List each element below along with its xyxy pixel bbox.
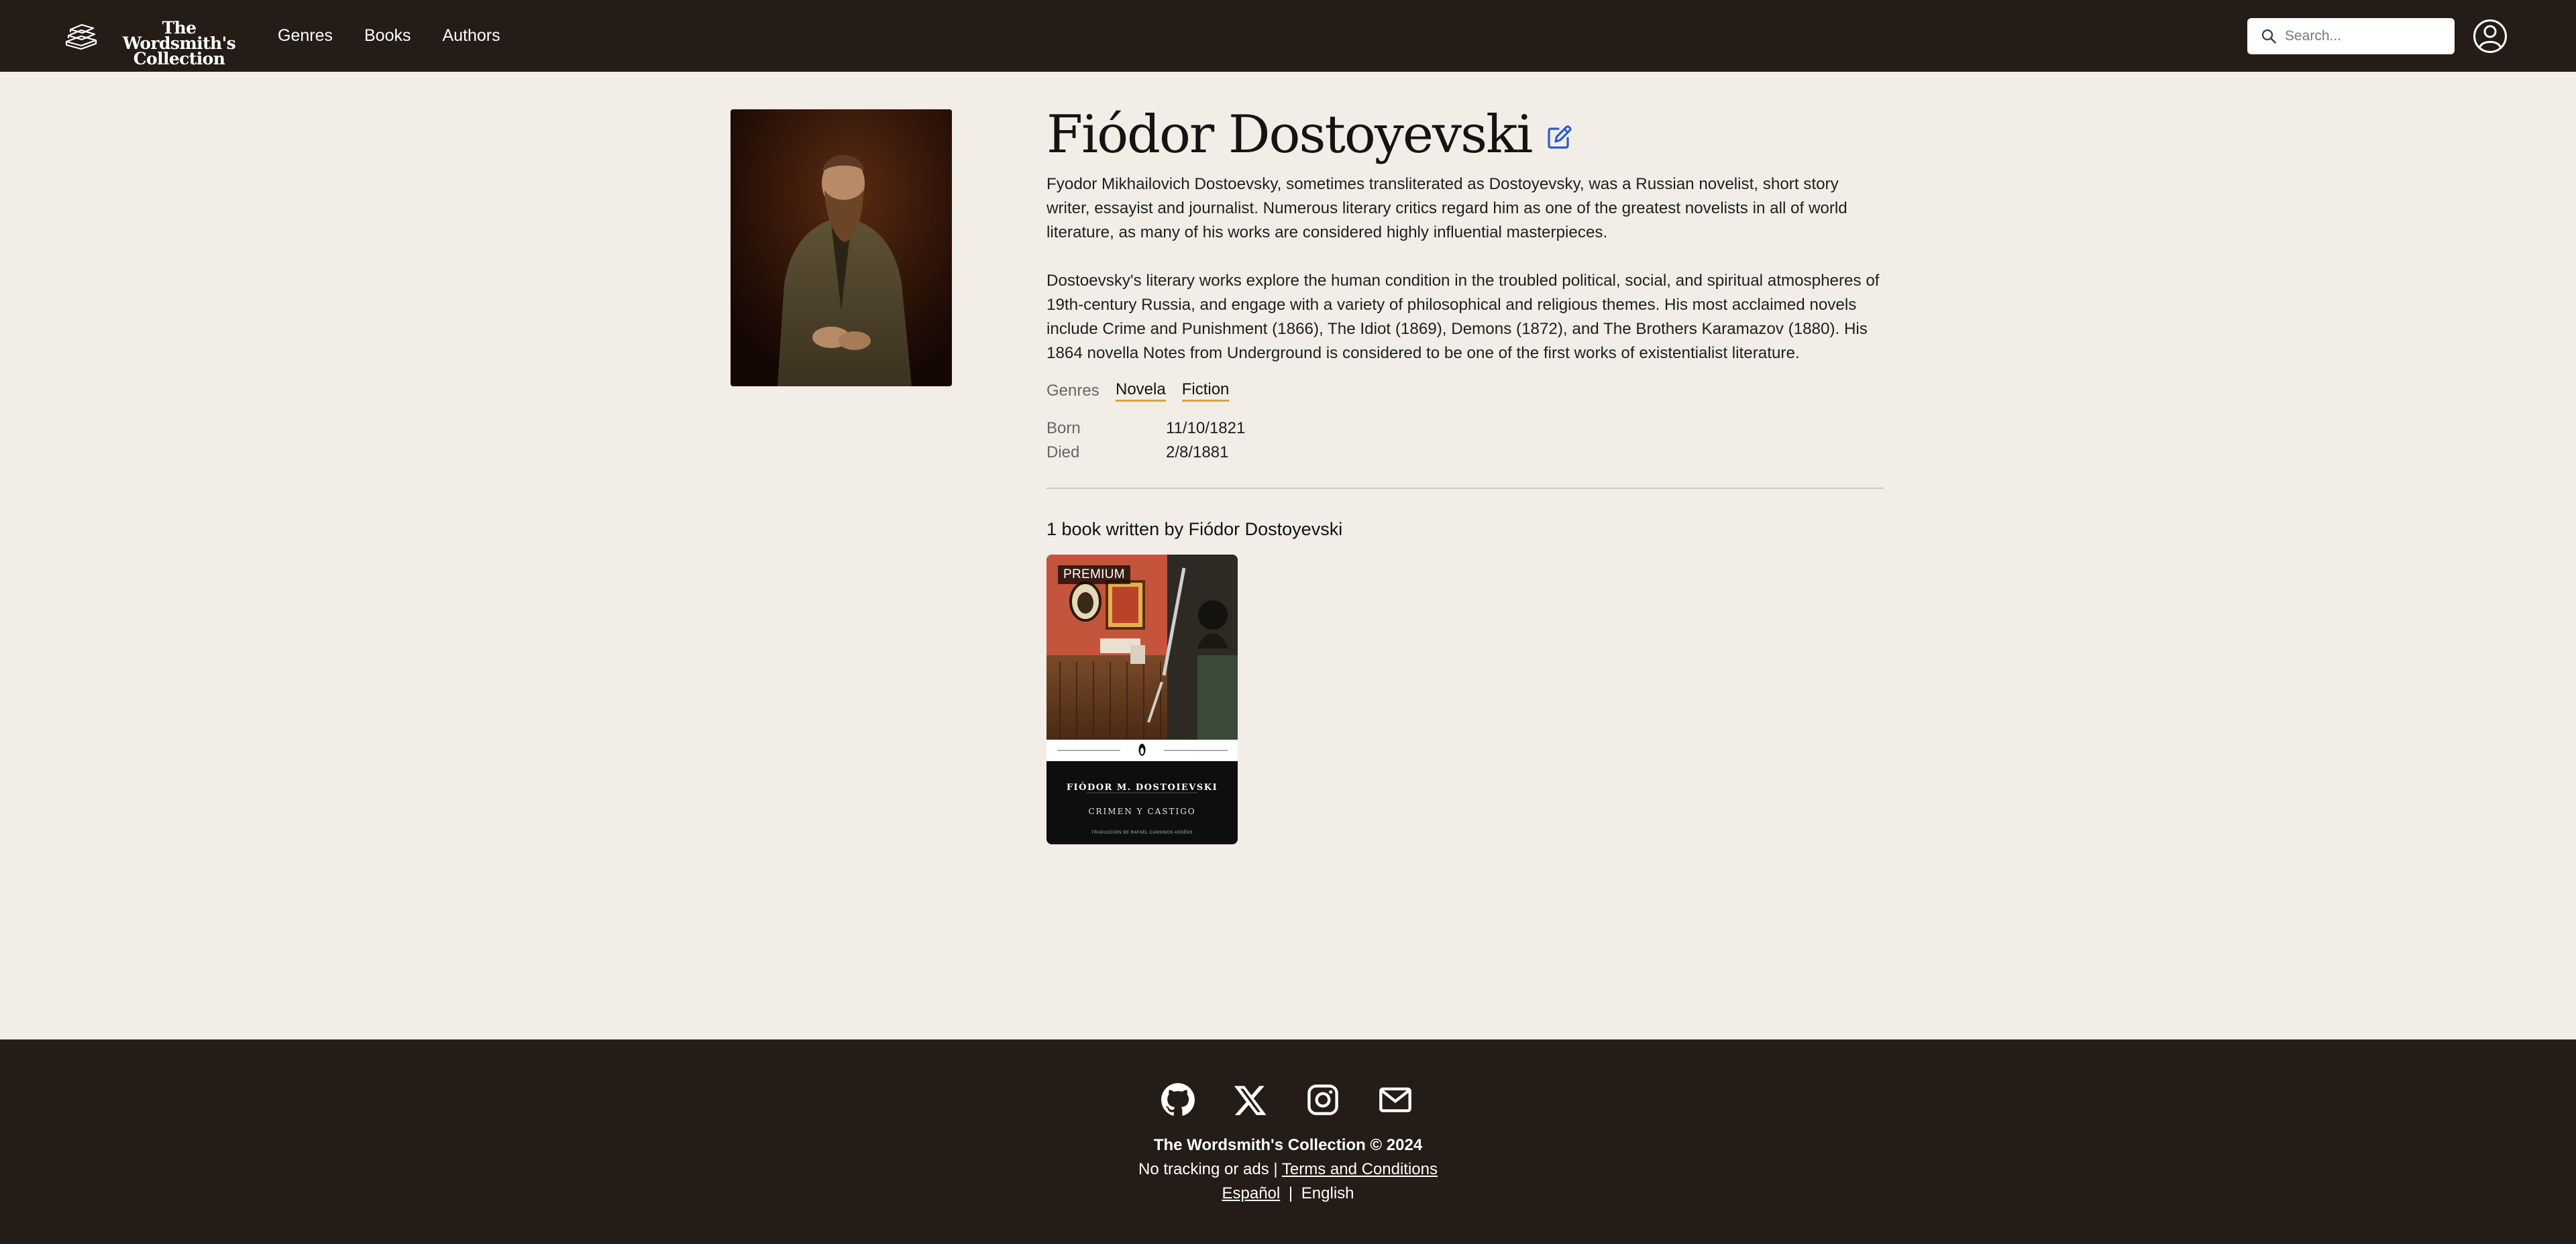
genres-row: Genres Novela Fiction [1046, 379, 1883, 403]
section-divider [1046, 488, 1883, 489]
bio-paragraph: Fyodor Mikhailovich Dostoevsky, sometime… [1046, 175, 1847, 241]
instagram-icon [1307, 1084, 1338, 1115]
search-icon [2261, 29, 2276, 44]
footer-legal-line: No tracking or ads | Terms and Condition… [0, 1157, 2576, 1182]
github-icon [1161, 1083, 1195, 1116]
search-input[interactable] [2285, 18, 2446, 54]
books-logo-icon [65, 23, 97, 50]
no-tracking-text: No tracking or ads [1138, 1160, 1269, 1178]
copyright: The Wordsmith's Collection © 2024 [1153, 1136, 1423, 1154]
mail-link[interactable] [1378, 1082, 1413, 1117]
lang-en-current: English [1301, 1184, 1354, 1202]
author-dates: Born 11/10/1821 Died 2/8/1881 [1046, 416, 1883, 465]
search-box [2247, 18, 2455, 54]
footer-text: The Wordsmith's Collection © 2024 No tra… [0, 1133, 2576, 1206]
born-date: 11/10/1821 [1166, 419, 1246, 437]
x-link[interactable] [1233, 1082, 1268, 1117]
nav-authors[interactable]: Authors [442, 24, 500, 47]
instagram-link[interactable] [1305, 1082, 1340, 1117]
language-switcher: Español | English [0, 1182, 2576, 1206]
genres-label: Genres [1046, 382, 1099, 400]
lang-es-link[interactable]: Español [1222, 1184, 1280, 1202]
separator: | [1273, 1160, 1278, 1178]
social-links [1161, 1082, 1415, 1117]
premium-badge: PREMIUM [1058, 565, 1130, 584]
edit-icon[interactable] [1545, 123, 1573, 152]
user-account-button[interactable] [2473, 19, 2508, 54]
top-navbar: The Wordsmith's Collection Genres Books … [0, 0, 2576, 72]
separator: | [1288, 1184, 1293, 1202]
user-account-icon [2473, 19, 2507, 53]
nav-books[interactable]: Books [364, 24, 411, 47]
born-row: Born 11/10/1821 [1046, 416, 1883, 441]
cover-title: CRIMEN Y CASTIGO [1088, 807, 1196, 816]
brand-name: The Wordsmith's Collection [122, 18, 236, 68]
died-row: Died 2/8/1881 [1046, 441, 1883, 465]
author-bio: Fyodor Mikhailovich Dostoevsky, sometime… [1046, 172, 1883, 365]
bio-paragraph: Dostoevsky's literary works explore the … [1046, 272, 1880, 362]
brand-logo-link[interactable]: The Wordsmith's Collection [64, 19, 249, 67]
author-title-row: Fiódor Dostoyevski [1046, 104, 1883, 166]
mail-icon [1379, 1087, 1411, 1113]
genre-tag-novela[interactable]: Novela [1116, 380, 1166, 402]
portrait-image [731, 109, 952, 386]
book-cover-image [1046, 555, 1238, 844]
author-portrait [731, 109, 952, 386]
terms-link[interactable]: Terms and Conditions [1282, 1160, 1438, 1178]
cover-author: FIÓDOR M. DOSTOIEVSKI [1066, 783, 1218, 793]
author-details: Fiódor Dostoyevski Fyodor Mikhailovich D… [1046, 104, 1883, 844]
genre-tag-fiction[interactable]: Fiction [1181, 380, 1230, 402]
died-label: Died [1046, 443, 1080, 461]
main-nav: Genres Books Authors [278, 24, 500, 47]
author-name: Fiódor Dostoyevski [1046, 105, 1533, 165]
died-date: 2/8/1881 [1166, 443, 1229, 461]
nav-genres[interactable]: Genres [278, 24, 333, 47]
github-link[interactable] [1161, 1082, 1195, 1117]
books-heading: 1 book written by Fiódor Dostoyevski [1046, 519, 1343, 539]
book-card[interactable]: FIÓDOR M. DOSTOIEVSKI CRIMEN Y CASTIGO T… [1046, 555, 1238, 844]
cover-translator: TRADUCCIÓN DE RAFAEL CANSINOS ASSÉNS [1091, 831, 1193, 835]
born-label: Born [1046, 419, 1081, 437]
x-icon [1234, 1086, 1267, 1115]
site-footer: The Wordsmith's Collection © 2024 No tra… [0, 1039, 2576, 1244]
